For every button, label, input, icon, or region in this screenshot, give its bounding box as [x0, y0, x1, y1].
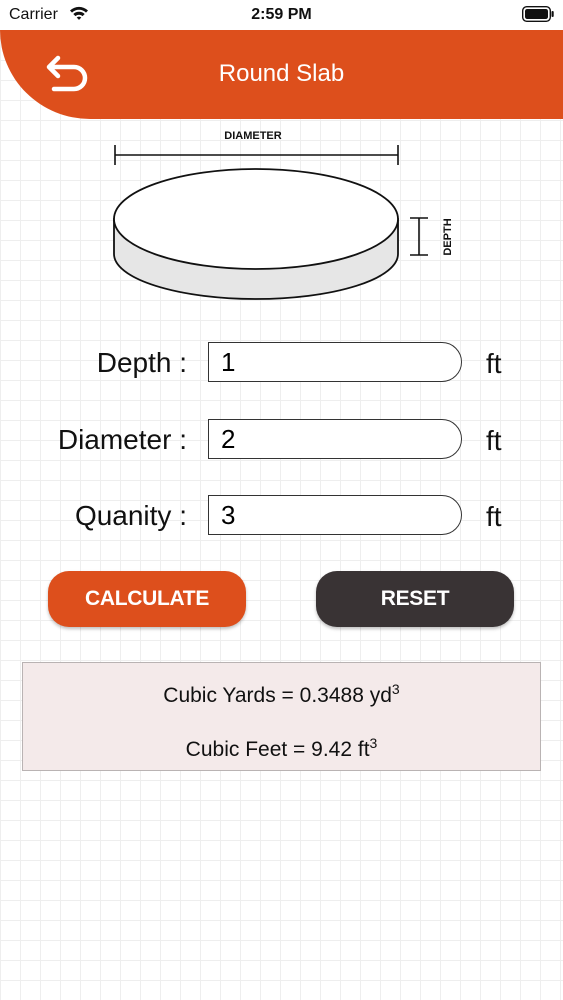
diameter-input[interactable]: [208, 419, 462, 459]
diameter-label-text: Diameter :: [57, 424, 187, 455]
diameter-row: Diameter : ft: [0, 419, 563, 463]
header-bar: Round Slab: [0, 30, 563, 119]
cubic-feet-text: Cubic Feet = 9.42 ft: [185, 738, 370, 761]
diameter-unit: ft: [486, 425, 502, 456]
status-bar: Carrier 2:59 PM: [0, 0, 563, 30]
round-slab-diagram: DIAMETER DEPTH: [113, 130, 454, 300]
depth-row: Depth : ft: [0, 342, 563, 386]
depth-label-text: Depth :: [96, 347, 187, 378]
calculate-button[interactable]: CALCULATE: [48, 571, 246, 627]
battery-icon: [522, 6, 554, 22]
depth-input[interactable]: [208, 342, 462, 382]
quantity-unit: ft: [486, 501, 502, 532]
diameter-label: DIAMETER: [224, 130, 282, 142]
page-title: Round Slab: [218, 60, 345, 87]
quantity-label-text: Quanity :: [74, 500, 187, 531]
quantity-row: Quanity : ft: [0, 495, 563, 539]
results-panel: Cubic Yards = 0.3488 yd3 Cubic Feet = 9.…: [22, 662, 541, 771]
cubic-yards-exponent: 3: [391, 681, 400, 697]
cubic-feet-exponent: 3: [369, 735, 378, 751]
cubic-yards-text: Cubic Yards = 0.3488 yd: [163, 684, 392, 707]
depth-unit: ft: [486, 348, 502, 379]
status-time: 2:59 PM: [251, 6, 312, 23]
reset-button[interactable]: RESET: [316, 571, 514, 627]
cubic-feet-result: Cubic Feet = 9.42 ft3: [23, 735, 540, 762]
quantity-input[interactable]: [208, 495, 462, 535]
depth-label: DEPTH: [442, 218, 454, 255]
cubic-yards-result: Cubic Yards = 0.3488 yd3: [23, 681, 540, 708]
